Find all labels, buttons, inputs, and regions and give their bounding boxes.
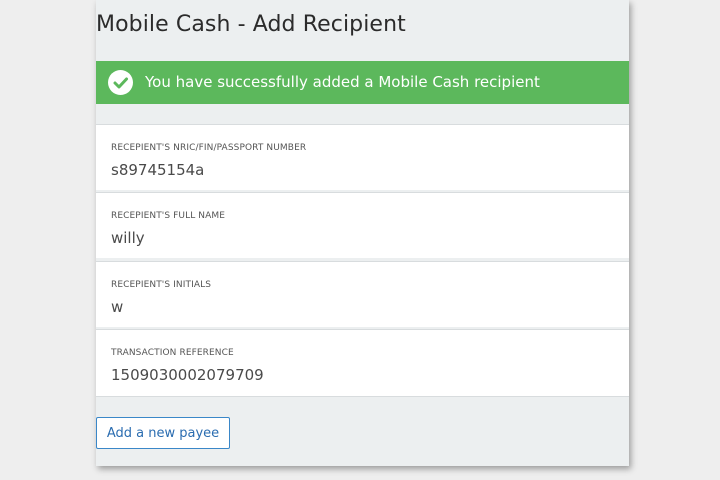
add-recipient-card: Mobile Cash - Add Recipient You have suc… bbox=[96, 0, 629, 466]
add-new-payee-button[interactable]: Add a new payee bbox=[96, 417, 230, 449]
field-value: s89745154a bbox=[111, 161, 205, 179]
field-value: 1509030002079709 bbox=[111, 366, 264, 384]
success-banner: You have successfully added a Mobile Cas… bbox=[96, 61, 629, 104]
transaction-reference-field: Transaction Reference 1509030002079709 bbox=[96, 329, 629, 397]
field-label: Recepient's Initials bbox=[111, 280, 212, 290]
field-value: w bbox=[111, 298, 124, 316]
success-message: You have successfully added a Mobile Cas… bbox=[145, 73, 540, 91]
field-value: willy bbox=[111, 229, 145, 247]
initials-field: Recepient's Initials w bbox=[96, 261, 629, 327]
full-name-field: Recepient's Full Name willy bbox=[96, 192, 629, 258]
page-title: Mobile Cash - Add Recipient bbox=[96, 12, 406, 37]
check-circle-icon bbox=[108, 70, 133, 95]
nric-field: Recepient's NRIC/FIN/Passport Number s89… bbox=[96, 124, 629, 190]
field-label: Recepient's Full Name bbox=[111, 211, 226, 221]
field-label: Transaction Reference bbox=[111, 348, 234, 358]
field-label: Recepient's NRIC/FIN/Passport Number bbox=[111, 143, 307, 153]
